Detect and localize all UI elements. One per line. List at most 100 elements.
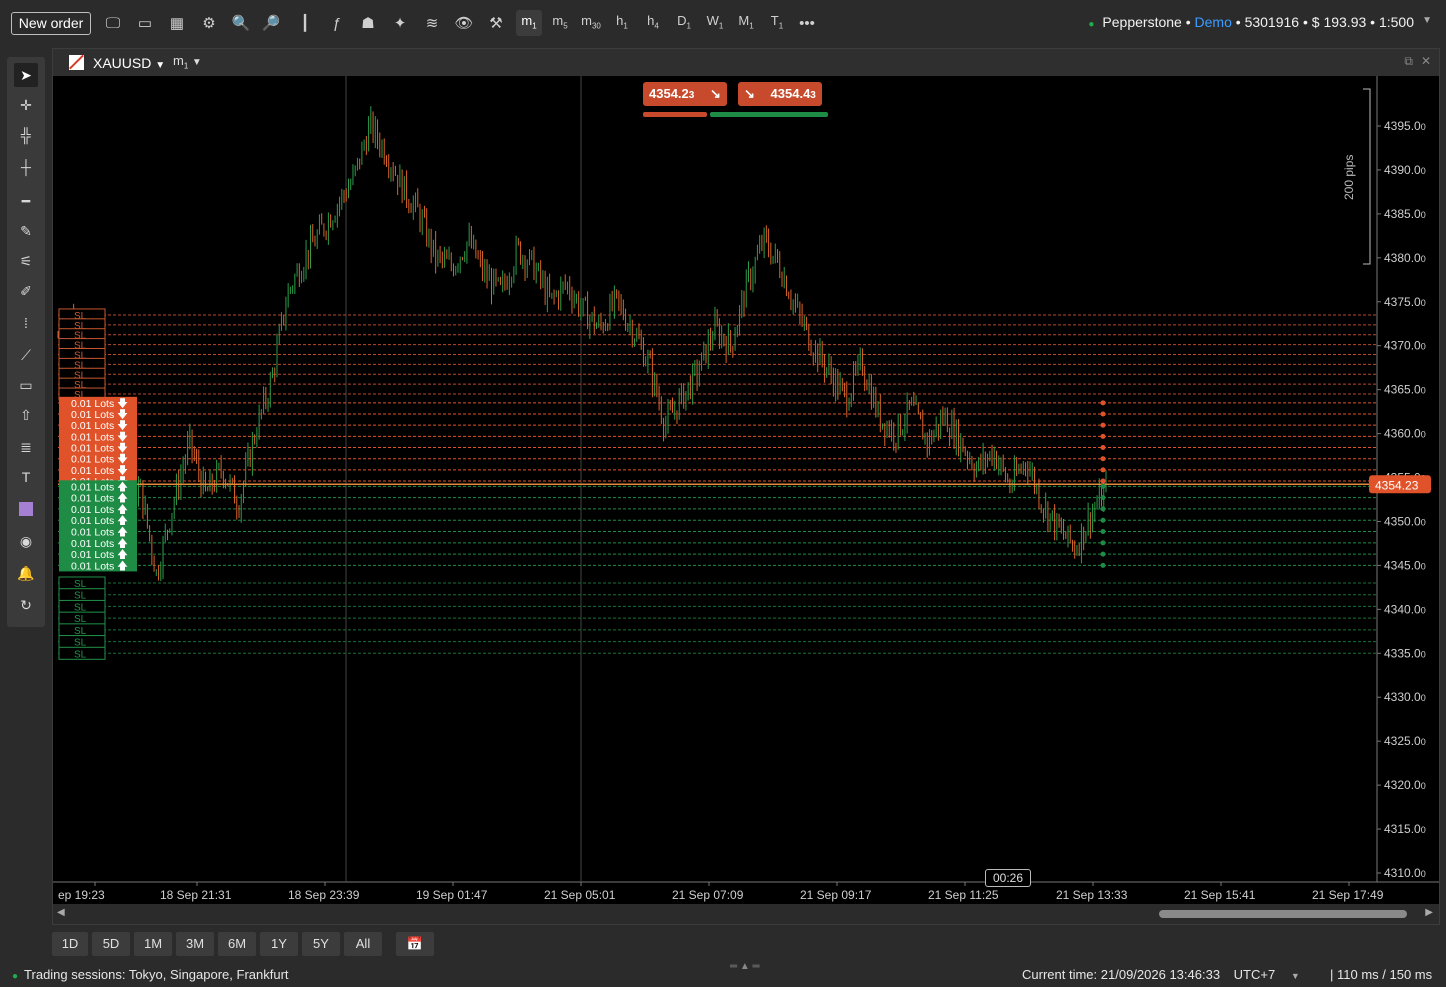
account-dropdown-icon[interactable]: ▼ — [1422, 15, 1432, 26]
buy-order-label: 0.01 Lots 🡅 — [71, 492, 128, 505]
zoom-out-icon[interactable]: 🔍 — [229, 12, 253, 34]
equal-channel-icon[interactable]: ≣ — [14, 435, 38, 459]
candles-icon[interactable]: ┃ — [293, 12, 317, 34]
period-1d[interactable]: 1D — [52, 932, 88, 956]
robot-icon[interactable]: ☗ — [356, 12, 380, 34]
symbol-selector[interactable]: XAUUSD ▼ — [93, 55, 165, 71]
y-tick-label: 4310.00 — [1384, 866, 1426, 880]
timeframe-h1[interactable]: h1 — [609, 10, 635, 36]
timeframe-sub: 1 — [183, 61, 189, 71]
zoom-in-icon[interactable]: 🔎 — [259, 12, 283, 34]
timeframe-M1[interactable]: M1 — [733, 10, 759, 36]
chart-tools-icon[interactable]: ⚒ — [484, 12, 508, 34]
timeframe-label: m — [173, 53, 184, 68]
buy-order-label: 0.01 Lots 🡅 — [71, 503, 128, 516]
sell-price-button[interactable]: 4354.23 ↘ — [643, 82, 727, 106]
calendar-icon[interactable]: 📅 — [396, 932, 434, 956]
channel-icon[interactable]: ⁞ — [14, 311, 38, 335]
x-tick-label: 19 Sep 01:47 — [416, 888, 488, 902]
layout-icon[interactable]: ▭ — [133, 12, 157, 34]
timeframe-m30[interactable]: m30 — [578, 10, 604, 36]
timeframe-W1[interactable]: W1 — [702, 10, 728, 36]
period-5d[interactable]: 5D — [92, 932, 130, 956]
sessions-text: Trading sessions: Tokyo, Singapore, Fran… — [24, 967, 289, 982]
buy-order-label: 0.01 Lots 🡅 — [71, 526, 128, 539]
eye-icon[interactable]: 👁 — [452, 12, 476, 34]
more-icon[interactable]: ••• — [796, 12, 818, 34]
replay-icon[interactable]: ↻ — [14, 593, 38, 617]
indicators-icon[interactable]: ƒ — [325, 12, 349, 34]
x-tick-label: 21 Sep 05:01 — [544, 888, 616, 902]
camera-icon[interactable]: ◉ — [14, 529, 38, 553]
buy-order-label: 0.01 Lots 🡅 — [71, 514, 128, 527]
fan-icon[interactable]: ⟋ — [14, 343, 38, 367]
horizontal-line-icon[interactable]: ━ — [14, 189, 38, 213]
price-chart[interactable]: 4395.00 4390.00 4385.00 4380.00 4375.00 4370.… — [53, 76, 1439, 904]
period-5y[interactable]: 5Y — [302, 932, 340, 956]
y-tick-label: 4315.00 — [1384, 822, 1426, 836]
account-info[interactable]: ● Pepperstone • Demo • 5301916 • $ 193.93… — [1088, 14, 1414, 30]
plugin-icon[interactable]: ✦ — [388, 12, 412, 34]
buy-spread-bar — [710, 112, 828, 117]
buy-order-marker — [1100, 551, 1106, 557]
panel-toggle-icon[interactable]: ═ ▲ ═ — [730, 961, 760, 972]
fibonacci-icon[interactable]: ⚟ — [14, 249, 38, 273]
timeframe-selector[interactable]: m1 ▼ — [173, 53, 202, 71]
buy-order-marker — [1100, 540, 1106, 546]
color-swatch-icon[interactable] — [14, 497, 38, 521]
timeframe-D1[interactable]: D1 — [671, 10, 697, 36]
timeframe-m5[interactable]: m5 — [547, 10, 573, 36]
pencil-icon[interactable]: ✎ — [14, 219, 38, 243]
arrow-up-icon[interactable]: ⇧ — [14, 403, 38, 427]
scroll-right-icon[interactable]: ▶ — [1425, 907, 1433, 918]
grid-icon[interactable]: ▦ — [165, 12, 189, 34]
pointer-icon[interactable]: ➤ — [14, 63, 38, 87]
x-tick-label: 18 Sep 21:31 — [160, 888, 232, 902]
crosshair-icon[interactable]: ✛ — [14, 93, 38, 117]
period-1y[interactable]: 1Y — [260, 932, 298, 956]
text-icon[interactable]: T — [14, 465, 38, 489]
sell-arrow-icon: ↘ — [709, 86, 721, 101]
vertical-line-icon[interactable]: ┼ — [14, 155, 38, 179]
x-tick-label: 21 Sep 11:25 — [928, 888, 999, 902]
sell-order-marker — [1100, 456, 1106, 462]
scroll-left-icon[interactable]: ◀ — [57, 907, 65, 918]
current-time: Current time: 21/09/2026 13:46:33 UTC+7 … — [1022, 967, 1300, 982]
rectangle-icon[interactable]: ▭ — [14, 373, 38, 397]
new-order-button[interactable]: New order — [11, 12, 91, 35]
monitor-icon[interactable]: 🖵 — [101, 12, 125, 34]
timeframe-T1[interactable]: T1 — [764, 10, 790, 36]
timezone-selector[interactable]: UTC+7 — [1234, 967, 1276, 982]
chart-scrollbar[interactable]: ◀ ▶ — [53, 904, 1439, 924]
detach-icon[interactable]: ⧉ — [1404, 54, 1413, 69]
sell-order-marker — [1100, 400, 1106, 406]
account-balance: $ 193.93 — [1311, 14, 1367, 30]
chart-settings-icon[interactable]: ⚙ — [197, 12, 221, 34]
cross-tool-icon[interactable]: ╬ — [14, 123, 38, 147]
timeframe-m1[interactable]: m1 — [516, 10, 542, 36]
period-1m[interactable]: 1M — [134, 932, 172, 956]
buy-price-button[interactable]: ↘ 4354.43 — [738, 82, 822, 106]
timeframe-h4[interactable]: h4 — [640, 10, 666, 36]
timezone-dropdown-icon[interactable]: ▼ — [1291, 971, 1300, 981]
account-number: 5301916 — [1244, 14, 1300, 30]
current-time-value: 21/09/2026 13:46:33 — [1100, 967, 1221, 982]
symbol-name: XAUUSD — [93, 55, 152, 71]
account-mode: Demo — [1194, 14, 1232, 30]
sell-order-marker — [1100, 467, 1106, 473]
account-leverage: 1:500 — [1378, 14, 1414, 30]
ruler-icon[interactable]: ✐ — [14, 279, 38, 303]
period-all[interactable]: All — [344, 932, 382, 956]
layers-icon[interactable]: ≋ — [420, 12, 444, 34]
close-chart-icon[interactable]: ✕ — [1421, 54, 1431, 68]
y-tick-label: 4350.00 — [1384, 514, 1426, 528]
period-3m[interactable]: 3M — [176, 932, 214, 956]
y-tick-label: 4360.00 — [1384, 427, 1426, 441]
buy-order-label: 0.01 Lots 🡅 — [71, 559, 128, 572]
symbol-flag-icon — [69, 55, 84, 70]
alert-bell-icon[interactable]: 🔔 — [14, 561, 38, 585]
scrollbar-thumb[interactable] — [1159, 910, 1407, 918]
period-6m[interactable]: 6M — [218, 932, 256, 956]
trading-sessions: ● Trading sessions: Tokyo, Singapore, Fra… — [12, 967, 289, 982]
sell-order-marker — [1100, 422, 1106, 428]
